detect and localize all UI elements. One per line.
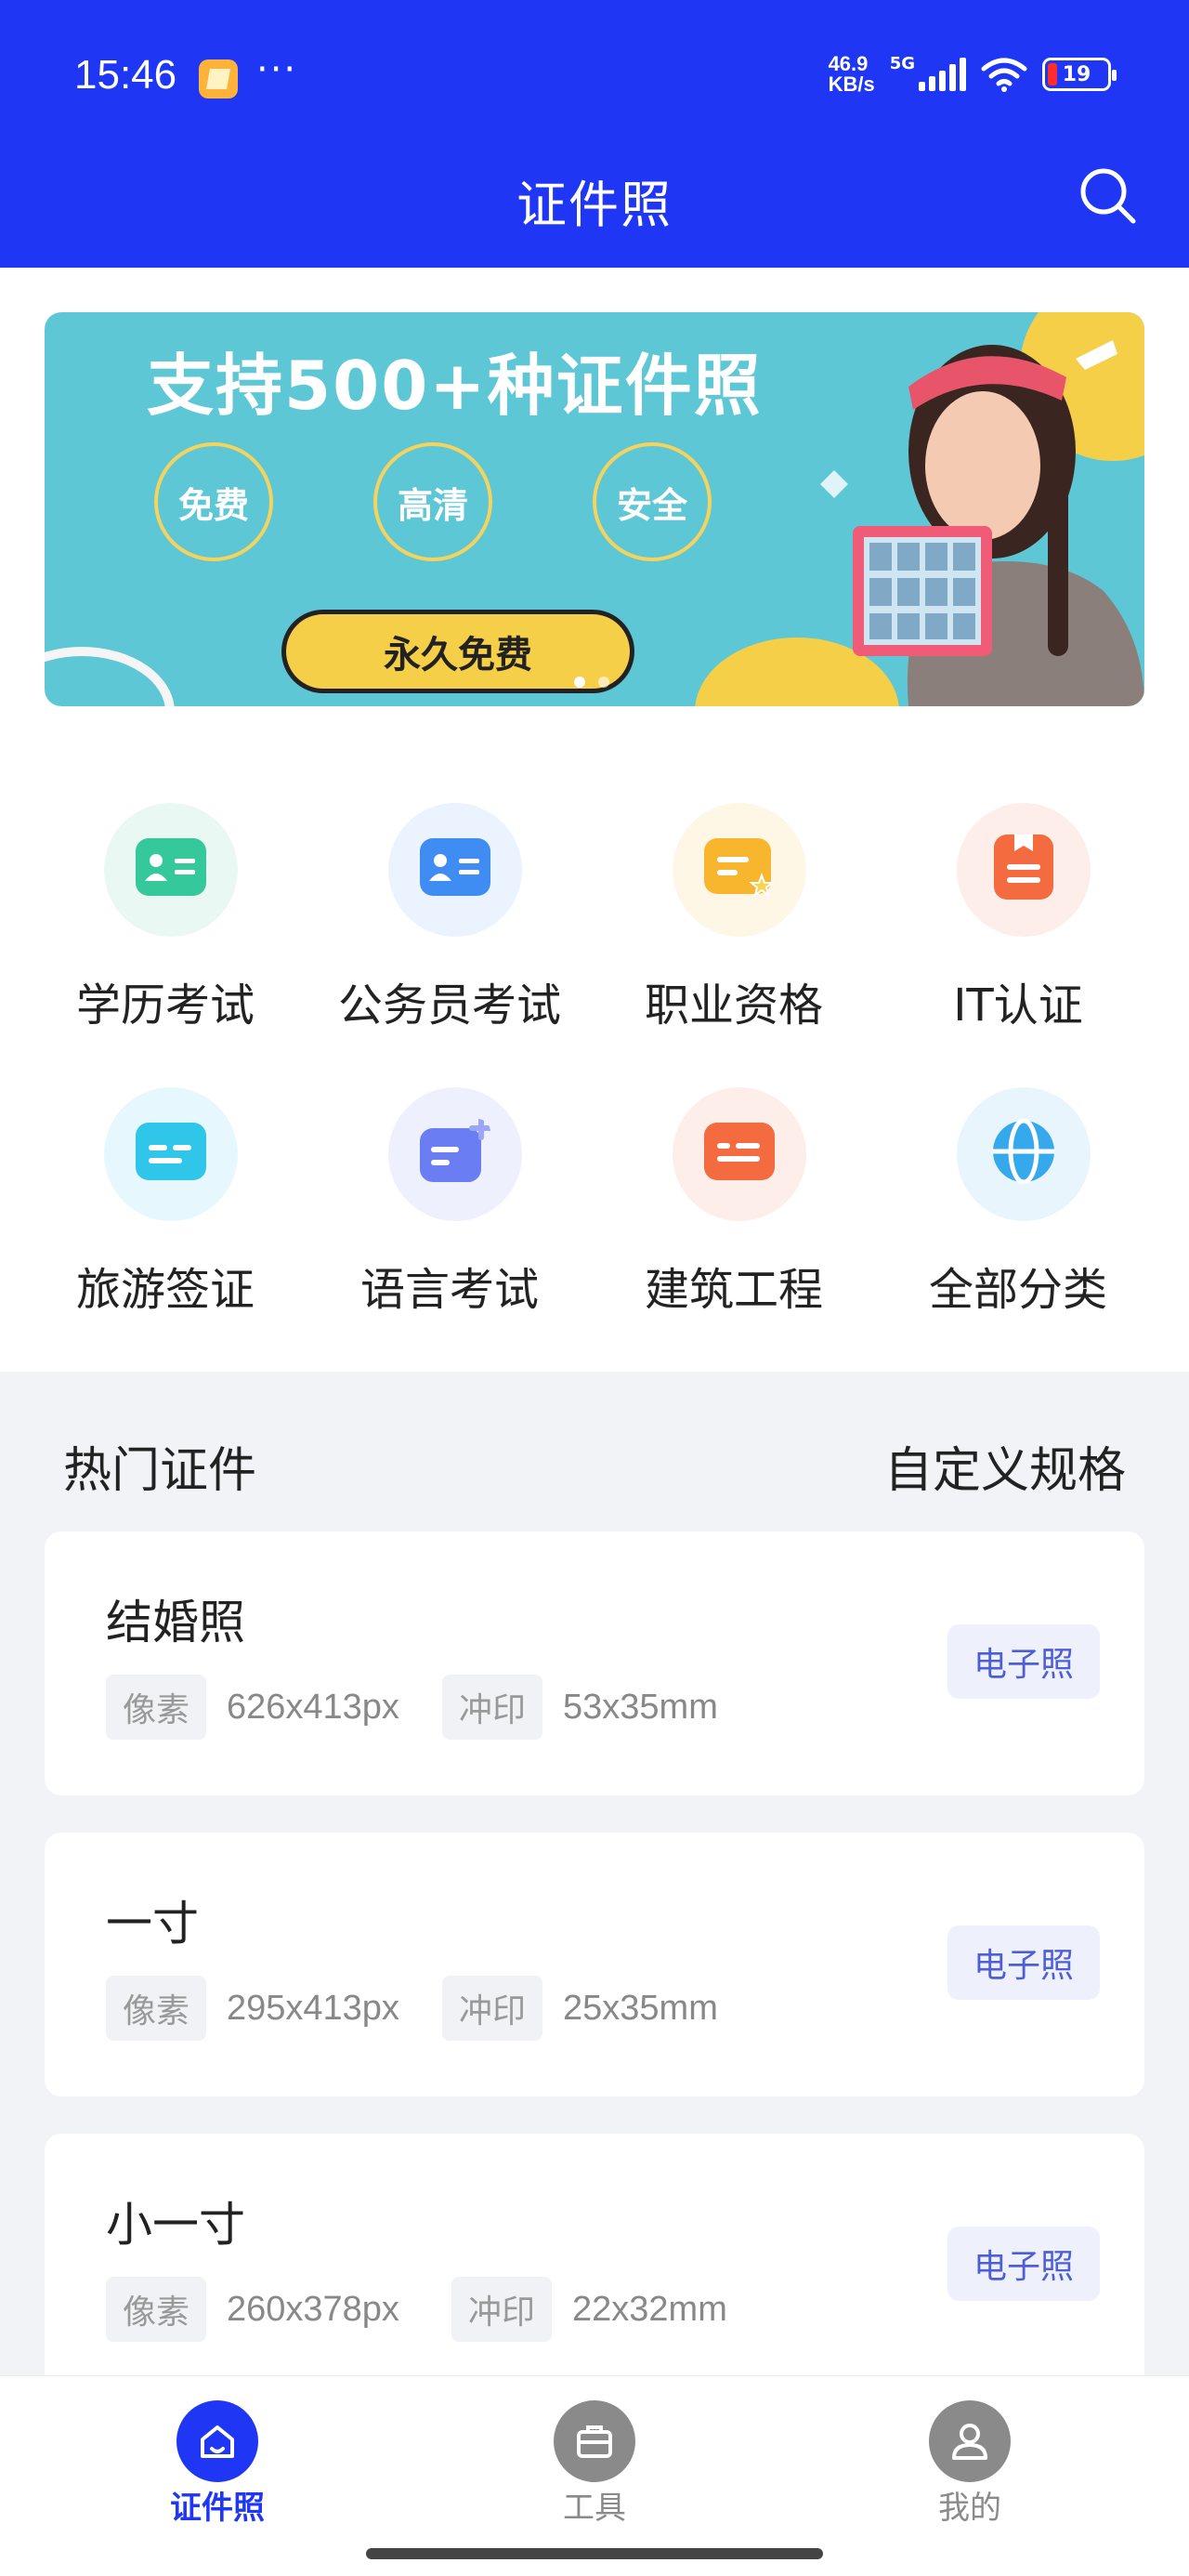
promo-banner[interactable]: 支持500+种证件照 免费 高清 安全 永久免费: [45, 312, 1144, 706]
custom-spec-link[interactable]: 自定义规格: [884, 1431, 1126, 1501]
nav-icon-bg: [176, 2400, 258, 2482]
category-travel-visa[interactable]: 旅游签证: [17, 1087, 314, 1366]
badge-icon: [420, 838, 490, 896]
category-label: 旅游签证: [75, 1264, 255, 1316]
notification-app-icon: [199, 59, 238, 99]
search-icon[interactable]: [1076, 164, 1141, 229]
banner-feature-hd: 高清: [373, 442, 492, 561]
e-photo-button[interactable]: 电子照: [947, 1624, 1100, 1699]
print-value: 53x35mm: [563, 1687, 718, 1727]
print-tag: 冲印: [442, 1675, 543, 1740]
user-icon: [952, 2424, 987, 2460]
hot-section-header: 热门证件 自定义规格: [0, 1409, 1189, 1502]
network-type: 5G: [889, 54, 915, 73]
pixel-tag: 像素: [106, 1675, 207, 1740]
category-education-exam[interactable]: 学历考试: [17, 803, 314, 1082]
hot-section-title: 热门证件: [63, 1443, 257, 1499]
category-professional-qualification[interactable]: 职业资格: [585, 803, 882, 1082]
more-notifications-icon: ···: [256, 48, 298, 91]
category-icon-bg: [104, 803, 238, 937]
e-photo-button[interactable]: 电子照: [947, 1925, 1100, 2000]
home-indicator[interactable]: [366, 2548, 823, 2559]
status-bar: 15:46 ··· 46.9 KB/s 5G 19: [0, 0, 1189, 139]
category-label: 学历考试: [75, 979, 255, 1032]
nav-item-tools[interactable]: 工具: [502, 2389, 687, 2529]
pixel-value: 626x413px: [227, 1687, 399, 1727]
banner-dot: [598, 677, 609, 688]
banner-model-image: [820, 340, 1144, 706]
app-header: 15:46 ··· 46.9 KB/s 5G 19 证件照: [0, 0, 1189, 268]
print-value: 25x35mm: [563, 1988, 718, 2028]
category-icon-bg: [673, 803, 806, 937]
print-tag: 冲印: [451, 2277, 553, 2342]
bookmark-icon: [994, 835, 1053, 900]
banner-pagination: [574, 677, 609, 688]
category-label: 职业资格: [644, 979, 823, 1032]
page-title: 证件照: [516, 176, 673, 234]
spec-name: 一寸: [106, 1897, 199, 1951]
id-card-icon: [136, 838, 206, 896]
category-icon-bg: [957, 1087, 1091, 1221]
nav-label: 工具: [563, 2490, 626, 2527]
nav-label: 证件照: [170, 2490, 265, 2527]
banner-decoration: [45, 647, 175, 706]
pixel-tag: 像素: [106, 2277, 207, 2342]
photo-spec-card[interactable]: 一寸 像素 295x413px 冲印 25x35mm 电子照: [45, 1833, 1144, 2096]
category-civil-service-exam[interactable]: 公务员考试: [301, 803, 598, 1082]
nav-label: 我的: [938, 2490, 1001, 2527]
category-label: 建筑工程: [644, 1264, 823, 1316]
toolbox-icon: [577, 2425, 612, 2458]
network-speed-value: 46.9: [828, 52, 869, 75]
network-speed-unit: KB/s: [828, 72, 875, 96]
banner-feature-free: 免费: [154, 442, 273, 561]
photo-spec-card[interactable]: 结婚照 像素 626x413px 冲印 53x35mm 电子照: [45, 1531, 1144, 1795]
certificate-star-icon: [704, 838, 775, 898]
category-label: 公务员考试: [337, 979, 561, 1032]
signal-icon: [919, 58, 966, 91]
e-photo-button[interactable]: 电子照: [947, 2227, 1100, 2301]
category-icon-bg: [388, 1087, 522, 1221]
category-all[interactable]: 全部分类: [869, 1087, 1167, 1366]
visa-card-icon: [136, 1123, 206, 1180]
print-tag: 冲印: [442, 1976, 543, 2041]
pixel-value: 260x378px: [227, 2289, 399, 2329]
category-label: IT认证: [953, 979, 1083, 1032]
banner-dot-active: [574, 677, 585, 688]
building-card-icon: [704, 1123, 775, 1180]
category-label: 语言考试: [359, 1264, 539, 1316]
category-icon-bg: [104, 1087, 238, 1221]
category-icon-bg: [673, 1087, 806, 1221]
status-indicators: 46.9 KB/s 5G 19: [829, 54, 1117, 95]
nav-icon-bg: [554, 2400, 635, 2482]
home-icon: [201, 2425, 234, 2458]
network-speed: 46.9 KB/s: [829, 54, 875, 95]
top-section: 支持500+种证件照 免费 高清 安全 永久免费 学历考试 公务员考试 职业资格…: [0, 268, 1189, 1372]
nav-icon-bg: [929, 2400, 1011, 2482]
category-icon-bg: [957, 803, 1091, 937]
bottom-nav: 证件照 工具 我的: [0, 2375, 1189, 2576]
battery-icon: 19: [1042, 58, 1117, 91]
battery-level: 19: [1062, 62, 1091, 86]
spec-name: 小一寸: [106, 2198, 245, 2252]
category-icon-bg: [388, 803, 522, 937]
banner-title: 支持500+种证件照: [147, 347, 763, 425]
category-language-exam[interactable]: 语言考试: [301, 1087, 598, 1366]
category-it-certification[interactable]: IT认证: [869, 803, 1167, 1082]
category-label: 全部分类: [928, 1264, 1107, 1316]
globe-icon: [993, 1119, 1054, 1184]
banner-feature-secure: 安全: [593, 442, 712, 561]
nav-item-mine[interactable]: 我的: [877, 2389, 1063, 2529]
photo-spec-card[interactable]: 小一寸 像素 260x378px 冲印 22x32mm 电子照: [45, 2134, 1144, 2398]
status-time: 15:46: [74, 52, 177, 98]
spec-name: 结婚照: [106, 1596, 245, 1649]
nav-item-id-photo[interactable]: 证件照: [124, 2389, 310, 2529]
wifi-icon: [981, 58, 1027, 92]
message-plus-icon: [420, 1119, 490, 1182]
pixel-value: 295x413px: [227, 1988, 399, 2028]
print-value: 22x32mm: [572, 2289, 727, 2329]
category-construction[interactable]: 建筑工程: [585, 1087, 882, 1366]
pixel-tag: 像素: [106, 1976, 207, 2041]
